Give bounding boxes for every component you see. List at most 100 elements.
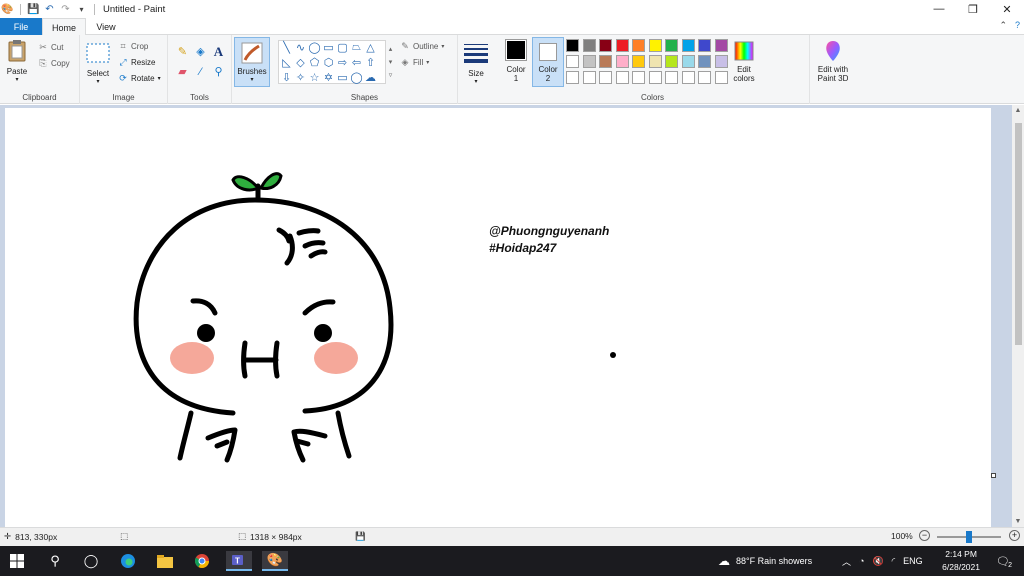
palette-swatch[interactable] <box>615 71 629 84</box>
resize-button[interactable]: ⤢ Resize <box>118 57 155 67</box>
hexagon-shape-icon[interactable]: ⬡ <box>322 56 335 69</box>
down-arrow-shape-icon[interactable]: ⇩ <box>280 71 293 84</box>
polygon-shape-icon[interactable]: ⏢ <box>350 41 363 54</box>
palette-swatch[interactable] <box>681 39 695 52</box>
palette-swatch[interactable] <box>665 55 678 68</box>
palette-swatch[interactable] <box>648 71 662 84</box>
brushes-button[interactable]: Brushes ▾ <box>234 37 270 87</box>
tab-view[interactable]: View <box>90 18 122 35</box>
cut-button[interactable]: ✂ Cut <box>38 42 63 52</box>
collapse-ribbon-icon[interactable]: ⌃ <box>999 20 1007 31</box>
palette-swatch[interactable] <box>681 55 695 68</box>
palette-swatch[interactable] <box>698 55 711 68</box>
redo-icon[interactable]: ↷ <box>60 4 71 15</box>
weather-text[interactable]: 88°F Rain showers <box>736 556 812 566</box>
close-button[interactable]: ✕ <box>990 0 1024 18</box>
left-arrow-shape-icon[interactable]: ⇦ <box>350 56 363 69</box>
zoom-slider-thumb[interactable] <box>966 531 972 543</box>
text-icon[interactable]: A <box>212 44 225 59</box>
edit-colors-button[interactable]: Edit colors <box>730 39 758 83</box>
vertical-scrollbar[interactable]: ▲ ▼ <box>1012 105 1024 527</box>
pencil-icon[interactable]: ✎ <box>176 45 189 58</box>
palette-swatch[interactable] <box>648 55 662 68</box>
palette-swatch[interactable] <box>632 55 645 68</box>
outline-button[interactable]: ✎ Outline ▾ <box>400 41 444 51</box>
weather-icon[interactable]: ☁ <box>718 554 730 568</box>
volume-muted-icon[interactable]: 🔇 <box>872 556 883 567</box>
palette-swatch[interactable] <box>582 55 596 68</box>
color1-button[interactable]: Color 1 <box>502 39 530 83</box>
canvas-resize-handle[interactable] <box>991 473 996 478</box>
palette-swatch[interactable] <box>714 55 728 68</box>
show-hidden-icons-icon[interactable]: ︿ <box>842 555 851 568</box>
shapes-scroll-icon[interactable]: ▴ ▾ ▿ <box>384 41 397 83</box>
callout-oval-shape-icon[interactable]: ◯ <box>350 71 363 84</box>
teams-icon[interactable]: T <box>226 551 252 571</box>
diamond-shape-icon[interactable]: ◇ <box>294 56 307 69</box>
input-language[interactable]: ENG <box>903 556 923 566</box>
palette-swatch[interactable] <box>615 55 629 68</box>
rotate-button[interactable]: ⟳ Rotate ▾ <box>118 73 160 83</box>
palette-swatch[interactable] <box>632 71 645 84</box>
copy-button[interactable]: ⎘ Copy <box>38 58 69 68</box>
vertical-scroll-thumb[interactable] <box>1015 123 1022 345</box>
rounded-rectangle-shape-icon[interactable]: ▢ <box>336 41 349 54</box>
cortana-icon[interactable]: ◯ <box>80 551 102 571</box>
eraser-icon[interactable]: ▰ <box>176 65 189 78</box>
curve-shape-icon[interactable]: ∿ <box>294 41 307 54</box>
wifi-icon[interactable]: ◜ <box>892 556 896 567</box>
minimize-button[interactable]: — <box>922 0 956 18</box>
tab-file[interactable]: File <box>0 18 42 35</box>
magnifier-icon[interactable]: ⚲ <box>212 65 225 78</box>
select-button[interactable]: Select ▾ <box>86 41 110 85</box>
palette-swatch[interactable] <box>599 71 612 84</box>
size-button[interactable]: Size ▾ <box>464 41 488 85</box>
callout-rectangle-shape-icon[interactable]: ▭ <box>336 71 349 84</box>
color2-button[interactable]: Color 2 <box>532 37 564 87</box>
palette-swatch[interactable] <box>599 39 612 52</box>
paint-app-icon[interactable]: 🎨 <box>1 4 13 15</box>
rectangle-shape-icon[interactable]: ▭ <box>322 41 335 54</box>
palette-swatch[interactable] <box>714 39 728 52</box>
search-icon[interactable]: ⚲ <box>44 551 66 571</box>
palette-swatch[interactable] <box>632 39 645 52</box>
undo-icon[interactable]: ↶ <box>44 4 55 15</box>
zoom-out-button[interactable]: − <box>919 530 930 541</box>
save-icon[interactable]: 💾 <box>27 4 39 15</box>
file-explorer-icon[interactable] <box>154 551 176 571</box>
edit-with-paint3d-button[interactable]: Edit with Paint 3D <box>810 39 856 83</box>
customize-qat-icon[interactable]: ▾ <box>76 4 87 15</box>
palette-swatch[interactable] <box>582 71 596 84</box>
palette-swatch[interactable] <box>648 39 662 52</box>
crop-button[interactable]: ⌗ Crop <box>118 41 148 51</box>
zoom-in-button[interactable]: + <box>1009 530 1020 541</box>
right-arrow-shape-icon[interactable]: ⇨ <box>336 56 349 69</box>
windows-start-icon[interactable] <box>6 551 28 571</box>
restore-button[interactable]: ❐ <box>956 0 990 18</box>
palette-swatch[interactable] <box>714 71 728 84</box>
palette-swatch[interactable] <box>615 39 629 52</box>
pentagon-shape-icon[interactable]: ⬠ <box>308 56 321 69</box>
notification-center-icon[interactable]: 🗨 2 <box>992 551 1014 571</box>
paint-taskbar-icon[interactable]: 🎨 <box>262 551 288 571</box>
four-point-star-shape-icon[interactable]: ✧ <box>294 71 307 84</box>
six-point-star-shape-icon[interactable]: ✡ <box>322 71 335 84</box>
network-status-icon[interactable]: ◔ <box>859 556 864 566</box>
line-shape-icon[interactable]: ╲ <box>280 41 293 54</box>
edge-browser-icon[interactable] <box>117 551 139 571</box>
fill-bucket-icon[interactable]: ◈ <box>194 45 207 58</box>
oval-shape-icon[interactable]: ◯ <box>308 41 321 54</box>
triangle-shape-icon[interactable]: △ <box>364 41 377 54</box>
palette-swatch[interactable] <box>665 71 678 84</box>
palette-swatch[interactable] <box>698 39 711 52</box>
palette-swatch[interactable] <box>582 39 596 52</box>
scroll-down-icon[interactable]: ▼ <box>1014 518 1022 525</box>
palette-swatch[interactable] <box>681 71 695 84</box>
palette-swatch[interactable] <box>665 39 678 52</box>
scroll-up-icon[interactable]: ▲ <box>1014 107 1022 114</box>
callout-cloud-shape-icon[interactable]: ☁ <box>364 71 377 84</box>
help-icon[interactable]: ? <box>1015 20 1020 31</box>
color-picker-icon[interactable]: ⁄ <box>194 65 207 78</box>
right-triangle-shape-icon[interactable]: ◺ <box>280 56 293 69</box>
taskbar-clock[interactable]: 2:14 PM 6/28/2021 <box>942 548 980 574</box>
